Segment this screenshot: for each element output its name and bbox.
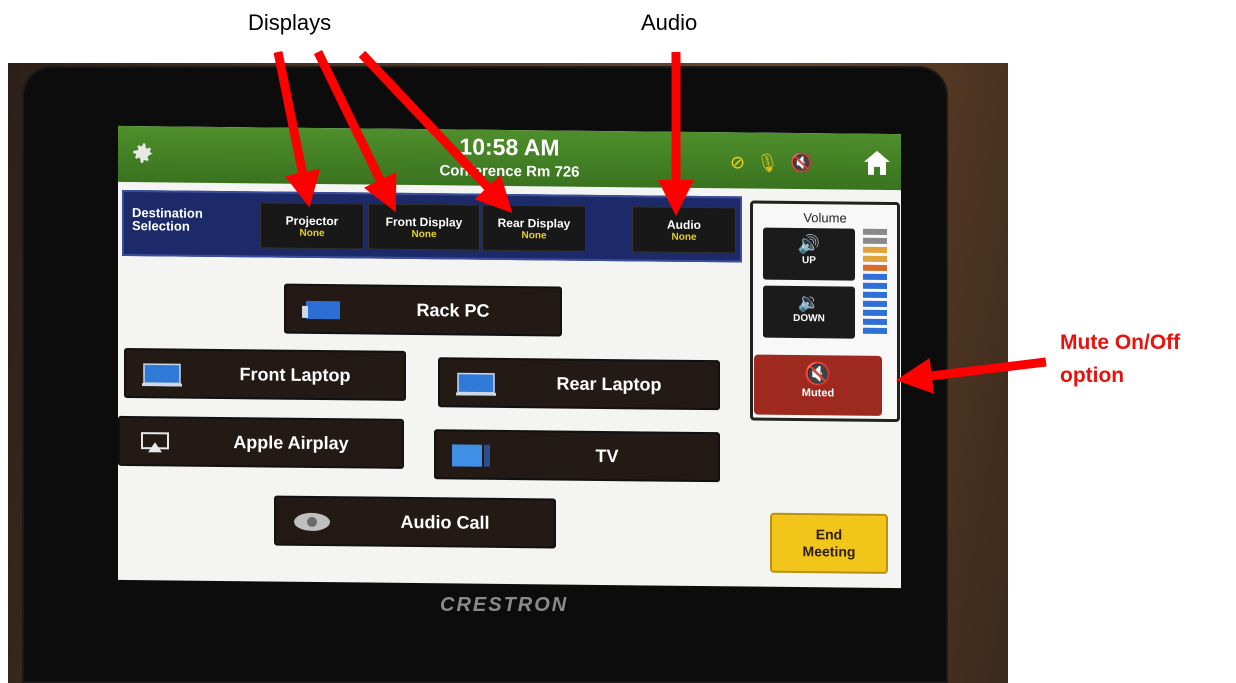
- annotation-arrows: [273, 50, 1047, 394]
- arrow-to-projector: [273, 51, 321, 208]
- arrow-to-mute: [896, 357, 1047, 394]
